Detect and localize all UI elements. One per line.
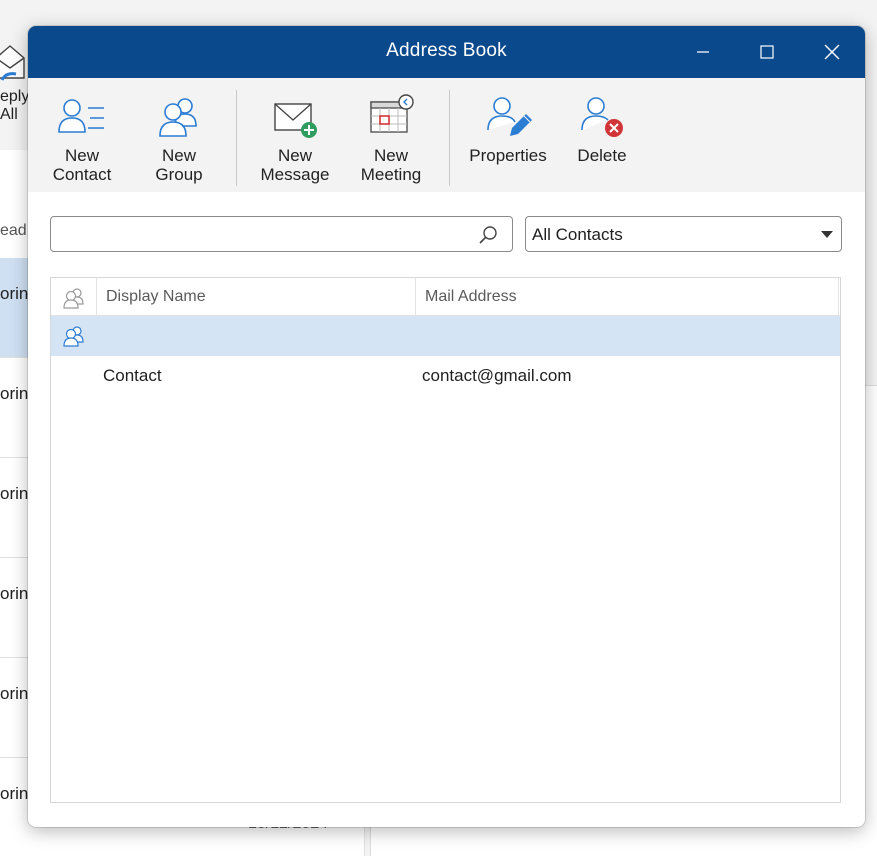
address-list-value: All Contacts: [532, 225, 623, 244]
ribbon-separator: [236, 90, 237, 186]
new-meeting-label: New Meeting: [360, 146, 422, 184]
group-icon: [63, 326, 84, 347]
new-message-button[interactable]: New Message: [254, 78, 336, 192]
contacts-table: Display Name Mail Address Contact contac…: [50, 277, 841, 803]
table-header: Display Name Mail Address: [51, 278, 840, 316]
envelope-plus-icon: [274, 103, 317, 138]
column-header-display-name[interactable]: Display Name: [97, 278, 416, 316]
close-icon: [824, 44, 840, 60]
delete-button[interactable]: Delete: [564, 78, 640, 192]
search-input[interactable]: [57, 221, 467, 247]
properties-label: Properties: [469, 146, 547, 165]
person-delete-icon: [581, 97, 623, 137]
ribbon-separator: [449, 90, 450, 186]
new-contact-label: New Contact: [52, 146, 112, 184]
new-meeting-button[interactable]: New Meeting: [350, 78, 432, 192]
delete-label: Delete: [577, 146, 627, 165]
new-contact-button[interactable]: New Contact: [42, 78, 122, 192]
person-edit-icon: [487, 97, 532, 136]
table-row[interactable]: Contact contact@gmail.com: [51, 356, 840, 396]
reply-all-label: eply All: [0, 88, 30, 123]
new-group-label: New Group: [155, 146, 203, 184]
address-book-dialog: Address Book New Contact New Group New M…: [28, 26, 865, 827]
properties-button[interactable]: Properties: [464, 78, 552, 192]
search-icon[interactable]: [478, 225, 498, 245]
close-button[interactable]: [799, 26, 865, 78]
calendar-icon: [370, 94, 414, 133]
maximize-icon: [760, 45, 774, 59]
filter-read-label: ead: [0, 222, 27, 239]
maximize-button[interactable]: [734, 26, 800, 78]
mail-address-cell: contact@gmail.com: [422, 366, 572, 385]
table-row[interactable]: [51, 316, 840, 356]
chevron-down-icon: [821, 231, 833, 238]
new-message-label: New Message: [260, 146, 330, 184]
title-bar[interactable]: Address Book: [28, 26, 865, 78]
group-icon: [159, 98, 197, 137]
minimize-button[interactable]: [670, 26, 736, 78]
minimize-icon: [697, 51, 709, 53]
group-icon: [63, 288, 84, 309]
ribbon-toolbar: New Contact New Group New Message New Me…: [28, 78, 865, 192]
column-header-type[interactable]: [51, 278, 97, 316]
column-header-mail-address[interactable]: Mail Address: [416, 278, 839, 316]
display-name-cell: Contact: [103, 366, 162, 385]
contact-card-icon: [58, 99, 104, 133]
address-list-dropdown[interactable]: All Contacts: [525, 216, 842, 252]
new-group-button[interactable]: New Group: [138, 78, 220, 192]
search-field[interactable]: [50, 216, 513, 252]
